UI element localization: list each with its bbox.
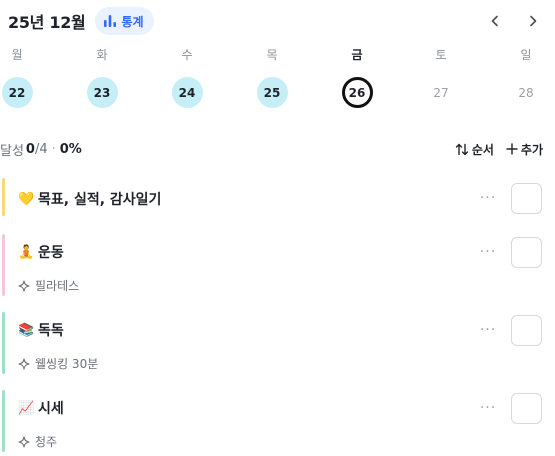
plus-icon (506, 143, 518, 155)
meditation-icon: 🧘 (18, 244, 35, 260)
day-of-week-label: 목 (266, 48, 278, 62)
heart-icon: 💛 (18, 191, 35, 207)
sparkle-icon (18, 357, 30, 370)
task-title: 운동 (38, 245, 64, 261)
task-checkbox[interactable] (511, 315, 542, 346)
task-subtitle: 필라테스 (35, 279, 80, 293)
month-title: 25년 12월 (8, 13, 86, 32)
stats-button[interactable]: 통계 (95, 7, 154, 35)
date-circle[interactable]: 24 (171, 77, 203, 108)
day-of-week-label: 일 (520, 48, 532, 62)
task-title: 시세 (38, 401, 64, 417)
day-sat[interactable]: 토 27 (421, 46, 461, 108)
day-mon[interactable]: 월 22 (0, 46, 37, 108)
progress-count: 0 (25, 141, 35, 157)
day-sun[interactable]: 일 28 (506, 46, 546, 108)
calendar-header: 25년 12월 통계 (8, 6, 545, 36)
task-subtitle: 웰씽킹 30분 (35, 357, 99, 371)
task-checkbox[interactable] (511, 183, 542, 214)
task-title: 목표, 실적, 감사일기 (38, 192, 162, 208)
progress-row: 달성 0 /4 · 0% 순서 추가 (0, 138, 543, 160)
list-actions: 순서 추가 (455, 141, 543, 158)
progress-total: /4 (34, 141, 48, 157)
task-color-bar (2, 234, 5, 296)
task-item[interactable]: 🧘 운동 필라테스 ··· (0, 234, 555, 298)
date-circle[interactable]: 25 (256, 77, 288, 108)
task-color-bar (2, 178, 5, 216)
day-fri[interactable]: 금 26 (337, 46, 377, 108)
task-subtitle: 청주 (35, 435, 58, 449)
week-strip: 월 22 화 23 수 24 목 25 금 26 토 27 일 28 (0, 46, 555, 112)
task-color-bar (2, 390, 5, 452)
date-circle[interactable]: 23 (86, 77, 118, 108)
sort-label: 순서 (471, 142, 494, 157)
progress-label: 달성 (0, 143, 24, 159)
more-options-button[interactable]: ··· (474, 396, 502, 420)
sort-button[interactable]: 순서 (455, 141, 494, 158)
task-checkbox[interactable] (511, 393, 542, 424)
day-of-week-label: 화 (96, 48, 108, 62)
task-title-row: 🧘 운동 (18, 242, 64, 262)
prev-week-button[interactable] (483, 9, 507, 33)
sparkle-icon (18, 435, 30, 448)
task-title-row: 📈 시세 (18, 398, 64, 418)
task-item[interactable]: 📚 독독 웰씽킹 30분 ··· (0, 312, 555, 376)
day-wed[interactable]: 수 24 (167, 46, 207, 108)
week-nav (483, 9, 545, 33)
date-circle[interactable]: 28 (511, 77, 542, 108)
task-subtitle-row: 웰씽킹 30분 (18, 355, 98, 372)
task-subtitle-row: 청주 (18, 433, 57, 450)
date-circle[interactable]: 27 (426, 77, 457, 108)
sparkle-icon (18, 279, 30, 292)
more-options-button[interactable]: ··· (474, 186, 502, 210)
books-icon: 📚 (18, 322, 35, 338)
task-title-row: 💛 목표, 실적, 감사일기 (18, 189, 161, 209)
progress-percent: 0% (59, 141, 82, 157)
date-circle-today[interactable]: 26 (341, 77, 373, 108)
chevron-left-icon (491, 15, 498, 27)
next-week-button[interactable] (521, 9, 545, 33)
more-options-button[interactable]: ··· (474, 318, 502, 342)
progress-separator: · (51, 141, 56, 157)
day-thu[interactable]: 목 25 (252, 46, 292, 108)
task-item[interactable]: 📈 시세 청주 ··· (0, 390, 555, 454)
stats-label: 통계 (121, 14, 144, 29)
task-item[interactable]: 💛 목표, 실적, 감사일기 ··· (0, 178, 555, 218)
task-title-row: 📚 독독 (18, 320, 64, 340)
task-subtitle-row: 필라테스 (18, 277, 79, 294)
day-of-week-label: 수 (181, 48, 193, 62)
add-button[interactable]: 추가 (506, 141, 543, 158)
day-of-week-label: 토 (435, 48, 447, 62)
task-checkbox[interactable] (511, 237, 542, 268)
add-label: 추가 (520, 142, 543, 157)
chevron-right-icon (530, 15, 537, 27)
sort-icon (455, 143, 469, 155)
day-of-week-label: 금 (351, 48, 363, 62)
task-title: 독독 (38, 323, 64, 339)
day-tue[interactable]: 화 23 (82, 46, 122, 108)
day-of-week-label: 월 (11, 48, 23, 62)
bar-chart-icon (104, 15, 117, 27)
chart-increasing-icon: 📈 (18, 400, 35, 416)
task-color-bar (2, 312, 5, 374)
more-options-button[interactable]: ··· (474, 240, 502, 264)
date-circle[interactable]: 22 (1, 77, 33, 108)
